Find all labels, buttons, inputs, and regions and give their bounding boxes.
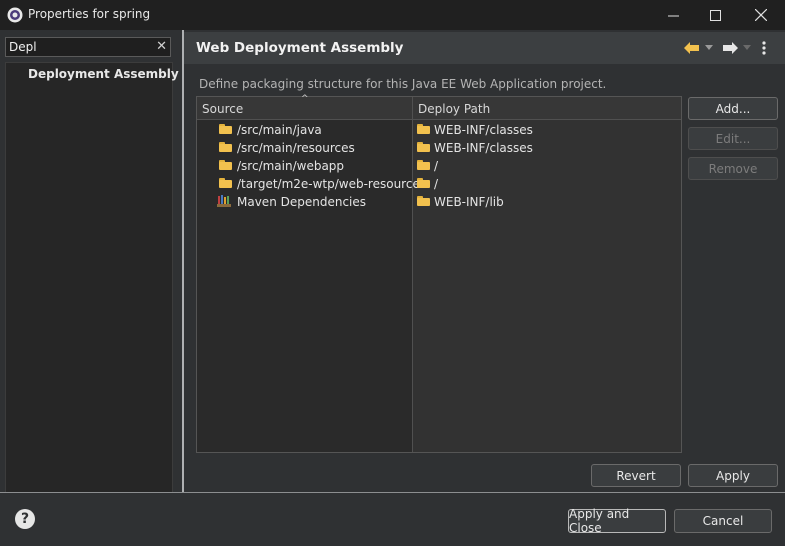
more-vertical-icon	[762, 41, 766, 55]
column-header-deploy-path[interactable]: Deploy Path	[418, 102, 490, 116]
source-cell: /src/main/java	[237, 123, 322, 137]
sort-ascending-icon: ^	[301, 94, 309, 104]
deploy-path-cell: WEB-INF/lib	[434, 195, 504, 209]
table-row[interactable]: /src/main/resources WEB-INF/classes	[197, 139, 681, 157]
preference-tree: Deployment Assembly	[5, 62, 179, 493]
folder-icon	[219, 178, 232, 188]
table-row[interactable]: /src/main/webapp /	[197, 157, 681, 175]
source-cell: Maven Dependencies	[237, 195, 367, 209]
table-header: Source ^ Deploy Path	[197, 94, 681, 120]
folder-icon	[417, 196, 430, 206]
forward-button[interactable]	[722, 38, 738, 58]
help-icon[interactable]: ?	[15, 509, 35, 529]
minimize-button[interactable]	[651, 0, 695, 30]
back-dropdown[interactable]	[705, 38, 713, 58]
revert-button[interactable]: Revert	[591, 464, 681, 487]
deploy-path-cell: WEB-INF/classes	[434, 141, 533, 155]
page-title: Web Deployment Assembly	[196, 40, 404, 56]
source-cell: /src/main/resources	[237, 141, 355, 155]
folder-icon	[417, 160, 430, 170]
column-header-source[interactable]: Source	[202, 102, 243, 116]
library-icon	[217, 195, 231, 207]
clear-icon[interactable]: ✕	[156, 39, 167, 54]
cancel-button[interactable]: Cancel	[674, 509, 772, 533]
apply-and-close-button[interactable]: Apply and Close	[568, 507, 666, 535]
footer-divider	[0, 492, 785, 493]
folder-icon	[219, 142, 232, 152]
remove-button[interactable]: Remove	[688, 157, 778, 180]
table-row[interactable]: /target/m2e-wtp/web-resources /	[197, 175, 681, 193]
deployment-table: Source ^ Deploy Path /src/main/java WEB-…	[196, 94, 682, 453]
deploy-path-cell: /	[434, 159, 439, 173]
add-button[interactable]: Add...	[688, 97, 778, 120]
close-button[interactable]	[739, 0, 783, 30]
page-description: Define packaging structure for this Java…	[199, 77, 607, 91]
apply-button[interactable]: Apply	[688, 464, 778, 487]
folder-icon	[219, 124, 232, 134]
window-title: Properties for spring	[28, 7, 151, 21]
source-cell: /src/main/webapp	[237, 159, 345, 173]
deploy-path-cell: /	[434, 177, 439, 191]
folder-icon	[219, 160, 232, 170]
deploy-path-cell: WEB-INF/classes	[434, 123, 533, 137]
tree-item-deployment-assembly[interactable]: Deployment Assembly	[26, 64, 181, 84]
filter-text: Depl	[9, 40, 37, 54]
forward-dropdown[interactable]	[743, 38, 751, 58]
filter-input[interactable]: Depl ✕	[5, 37, 171, 57]
back-button[interactable]	[684, 38, 700, 58]
folder-icon	[417, 124, 430, 134]
source-cell: /target/m2e-wtp/web-resources	[237, 177, 427, 191]
folder-icon	[417, 178, 430, 188]
minimize-icon	[667, 15, 679, 16]
close-icon	[755, 9, 767, 21]
edit-button[interactable]: Edit...	[688, 127, 778, 150]
back-arrow-icon	[684, 42, 699, 54]
maximize-button[interactable]	[693, 0, 737, 30]
pane-divider[interactable]	[182, 30, 184, 493]
eclipse-app-icon	[7, 7, 23, 23]
maximize-icon	[709, 9, 721, 21]
window-titlebar: Properties for spring	[0, 0, 785, 30]
folder-icon	[417, 142, 430, 152]
view-menu-button[interactable]	[762, 38, 766, 58]
table-row[interactable]: Maven Dependencies WEB-INF/lib	[197, 193, 681, 211]
chevron-down-icon	[743, 45, 751, 50]
table-row[interactable]: /src/main/java WEB-INF/classes	[197, 121, 681, 139]
forward-arrow-icon	[723, 42, 738, 54]
chevron-down-icon	[705, 45, 713, 50]
